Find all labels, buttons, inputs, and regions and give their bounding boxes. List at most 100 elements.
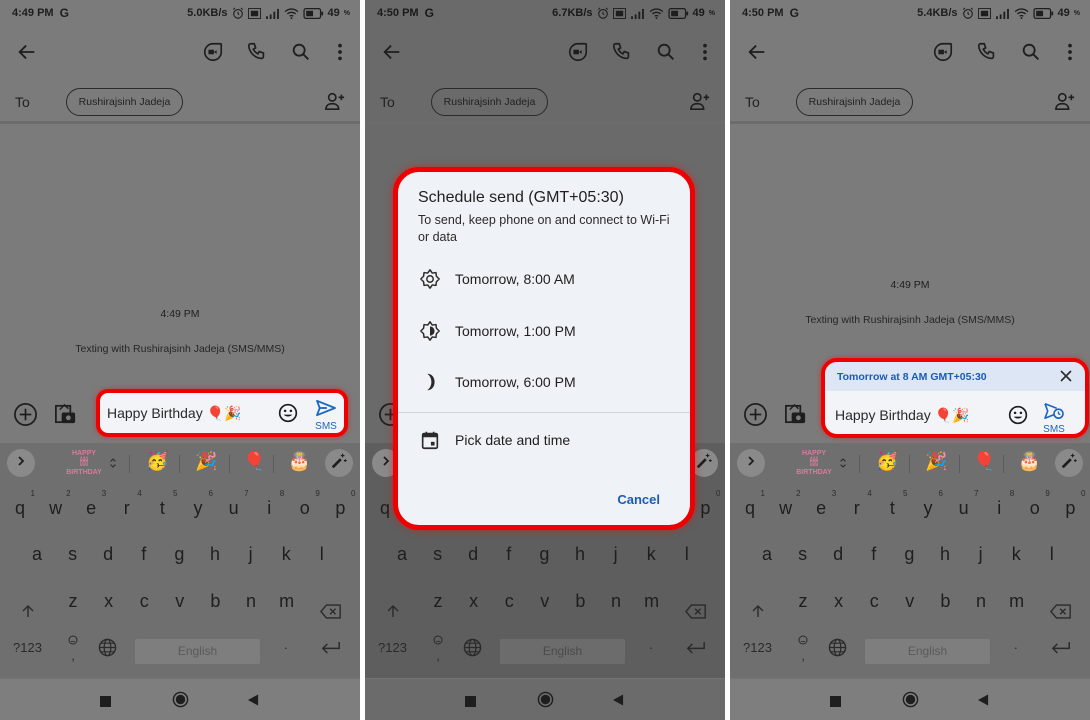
key-r[interactable]: r4 — [112, 488, 142, 528]
shift-key[interactable] — [378, 581, 408, 621]
key-s[interactable]: s — [423, 534, 453, 574]
add-person-button[interactable] — [1054, 91, 1076, 111]
key-e[interactable]: e3 — [806, 488, 836, 528]
key-o[interactable]: o9 — [290, 488, 320, 528]
symbols-key[interactable]: ?123 — [743, 640, 772, 655]
key-c[interactable]: c — [129, 581, 159, 621]
expand-stickers-icon[interactable] — [839, 456, 847, 475]
key-x[interactable]: x — [459, 581, 489, 621]
key-x[interactable]: x — [824, 581, 854, 621]
key-a[interactable]: a — [387, 534, 417, 574]
key-i[interactable]: i8 — [254, 488, 284, 528]
backspace-key[interactable] — [681, 581, 711, 621]
phone-call-button[interactable] — [611, 41, 633, 63]
key-h[interactable]: h — [565, 534, 595, 574]
phone-call-button[interactable] — [976, 41, 998, 63]
key-f[interactable]: f — [494, 534, 524, 574]
key-e[interactable]: e3 — [76, 488, 106, 528]
key-z[interactable]: z — [58, 581, 88, 621]
magic-wand-button[interactable] — [1055, 449, 1083, 477]
key-v[interactable]: v — [895, 581, 925, 621]
key-y[interactable]: y6 — [913, 488, 944, 528]
key-d[interactable]: d — [93, 534, 123, 574]
shift-key[interactable] — [13, 581, 43, 621]
phone-call-button[interactable] — [246, 41, 268, 63]
period-key[interactable]: . — [1014, 637, 1018, 652]
key-g[interactable]: g — [894, 534, 924, 574]
birthday-sticker[interactable]: HAPPY 🕯🕯🕯 BIRTHDAY — [66, 449, 102, 477]
schedule-option[interactable]: Tomorrow, 6:00 PM — [398, 362, 690, 402]
key-z[interactable]: z — [423, 581, 453, 621]
recents-button[interactable] — [100, 694, 111, 712]
language-key[interactable] — [828, 638, 847, 660]
key-k[interactable]: k — [1001, 534, 1031, 574]
enter-key[interactable] — [321, 641, 341, 657]
send-sms-button[interactable]: SMS — [313, 399, 339, 432]
back-nav-button[interactable] — [978, 693, 989, 711]
expand-toolbar-button[interactable] — [737, 449, 765, 477]
key-n[interactable]: n — [601, 581, 631, 621]
key-c[interactable]: c — [494, 581, 524, 621]
backspace-key[interactable] — [1046, 581, 1076, 621]
key-p[interactable]: p0 — [325, 488, 355, 528]
emoji-suggestion[interactable]: 🎉 — [195, 451, 217, 472]
recents-button[interactable] — [830, 694, 841, 712]
key-m[interactable]: m — [1002, 581, 1032, 621]
symbols-key[interactable]: ?123 — [13, 640, 42, 655]
key-z[interactable]: z — [788, 581, 818, 621]
key-d[interactable]: d — [823, 534, 853, 574]
back-button[interactable] — [746, 41, 768, 63]
key-r[interactable]: r4 — [842, 488, 872, 528]
key-q[interactable]: q1 — [735, 488, 765, 528]
recents-button[interactable] — [465, 694, 476, 712]
key-b[interactable]: b — [930, 581, 960, 621]
attach-button[interactable] — [13, 402, 38, 427]
more-options-button[interactable] — [329, 41, 351, 63]
back-nav-button[interactable] — [613, 693, 624, 711]
enter-key[interactable] — [1051, 641, 1071, 657]
key-i[interactable]: i8 — [984, 488, 1014, 528]
emoji-suggestion[interactable]: 🥳 — [146, 451, 168, 472]
video-call-button[interactable] — [202, 41, 224, 63]
key-m[interactable]: m — [637, 581, 667, 621]
key-v[interactable]: v — [165, 581, 195, 621]
add-person-button[interactable] — [689, 91, 711, 111]
key-g[interactable]: g — [164, 534, 194, 574]
emoji-comma-key[interactable]: , — [432, 633, 444, 663]
search-button[interactable] — [290, 41, 312, 63]
schedule-option[interactable]: Tomorrow, 1:00 PM — [398, 311, 690, 351]
shift-key[interactable] — [743, 581, 773, 621]
more-options-button[interactable] — [694, 41, 716, 63]
key-h[interactable]: h — [200, 534, 230, 574]
expand-toolbar-button[interactable] — [7, 449, 35, 477]
key-n[interactable]: n — [236, 581, 266, 621]
key-w[interactable]: w2 — [771, 488, 801, 528]
video-call-button[interactable] — [567, 41, 589, 63]
expand-stickers-icon[interactable] — [109, 456, 117, 475]
clear-schedule-button[interactable] — [1059, 369, 1073, 383]
message-input[interactable]: Happy Birthday 🎈🎉 SMS — [96, 389, 348, 437]
key-j[interactable]: j — [601, 534, 631, 574]
cancel-button[interactable]: Cancel — [617, 492, 660, 507]
gallery-button[interactable] — [783, 400, 808, 427]
key-j[interactable]: j — [966, 534, 996, 574]
attach-button[interactable] — [743, 402, 768, 427]
key-n[interactable]: n — [966, 581, 996, 621]
key-k[interactable]: k — [271, 534, 301, 574]
key-a[interactable]: a — [752, 534, 782, 574]
scheduled-time-banner[interactable]: Tomorrow at 8 AM GMT+05:30 — [825, 362, 1085, 391]
space-bar[interactable]: English — [865, 639, 990, 664]
emoji-suggestion[interactable]: 🎂 — [288, 451, 310, 472]
birthday-sticker[interactable]: HAPPY 🕯🕯🕯 BIRTHDAY — [796, 449, 832, 477]
home-button[interactable] — [172, 691, 189, 713]
key-l[interactable]: l — [672, 534, 702, 574]
key-t[interactable]: t5 — [877, 488, 908, 528]
key-o[interactable]: o9 — [1020, 488, 1050, 528]
emoji-suggestion[interactable]: 🎂 — [1018, 451, 1040, 472]
schedule-option[interactable]: Tomorrow, 8:00 AM — [398, 259, 690, 299]
recipient-chip[interactable]: Rushirajsinh Jadeja — [796, 88, 913, 116]
backspace-key[interactable] — [316, 581, 346, 621]
recipient-chip[interactable]: Rushirajsinh Jadeja — [431, 88, 548, 116]
key-q[interactable]: q1 — [5, 488, 35, 528]
emoji-suggestion[interactable]: 🥳 — [876, 451, 898, 472]
